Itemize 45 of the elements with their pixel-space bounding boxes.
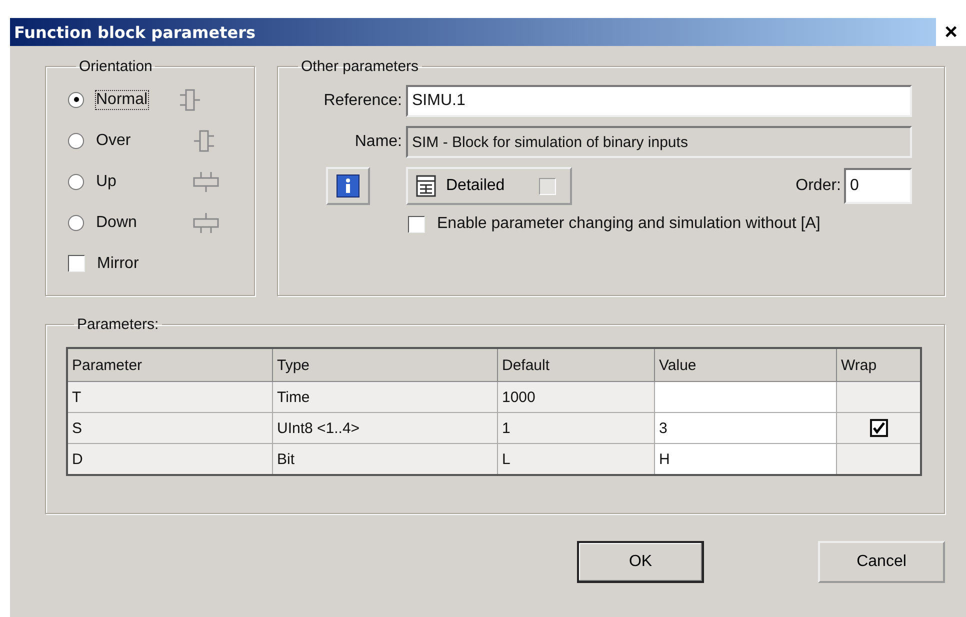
table-cell: Bit [272,444,498,475]
column-header[interactable]: Value [654,348,836,382]
checkbox[interactable] [870,419,888,438]
ok-button[interactable]: OK [577,541,704,583]
table-cell: 1000 [498,382,654,412]
radio-button[interactable] [68,132,84,148]
field-label: Reference: [322,92,403,110]
window-title: Function block parameters [14,22,256,42]
column-header[interactable]: Parameter [67,348,272,382]
group-title: Other parameters [300,58,420,75]
radio-label: Up [96,172,118,190]
table-cell: T [67,382,272,412]
checkbox[interactable] [538,178,556,194]
radio-button[interactable] [68,214,84,230]
field-label: Order: [796,177,842,195]
table-cell: H [654,444,836,475]
cancel-button[interactable]: Cancel [818,541,945,583]
group-title: Orientation [78,58,154,75]
checkbox[interactable] [408,216,425,232]
radio-label: Over [96,132,132,150]
checkbox-label: Mirror [97,254,140,272]
order-field[interactable]: 0 [844,168,912,204]
table-cell: 1 [498,412,654,444]
column-header[interactable]: Type [272,348,498,382]
radio-label: Down [96,214,138,232]
radio-label: Normal [96,90,148,108]
table-cell: L [498,444,654,475]
checkbox-label: Enable parameter changing and simulation without [A] [437,215,820,233]
group-title: Parameters: [76,316,160,333]
reference-field[interactable]: SIMU.1 [406,85,912,117]
table-cell: S [67,412,272,444]
column-header[interactable]: Default [498,348,654,382]
radio-button[interactable] [68,92,84,108]
table-cell: 3 [654,412,836,444]
detailed-button[interactable]: Detailed [406,167,572,205]
table-cell: Time [272,382,498,412]
radio-button[interactable] [68,174,84,190]
field-label: Name: [354,133,403,151]
table-icon [416,175,436,197]
column-header[interactable]: Wrap [836,348,921,382]
table-cell: UInt8 <1..4> [272,412,498,444]
info-button[interactable] [326,167,370,205]
checkbox[interactable] [68,255,85,272]
info-icon [336,174,360,198]
table-cell: D [67,444,272,475]
